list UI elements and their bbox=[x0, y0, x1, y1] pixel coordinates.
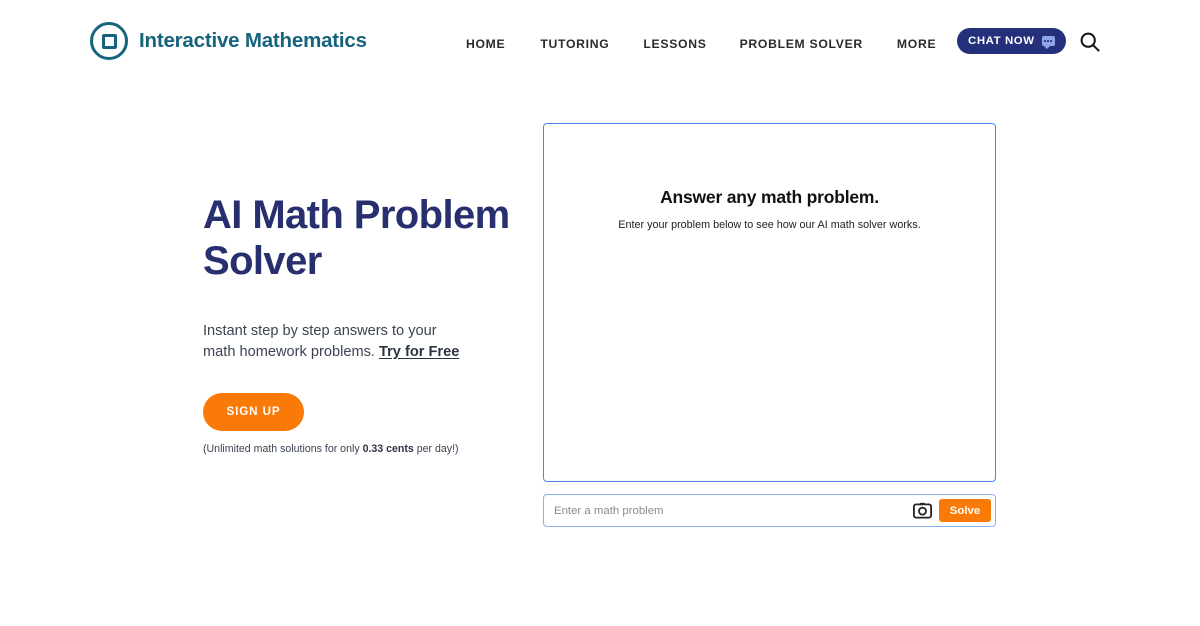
page-title: AI Math Problem Solver bbox=[203, 193, 510, 283]
nav-item-more[interactable]: MORE bbox=[897, 33, 936, 55]
nav-item-lessons[interactable]: LESSONS bbox=[643, 33, 706, 55]
chat-now-button[interactable]: CHAT NOW bbox=[957, 28, 1066, 54]
chat-bubble-icon bbox=[1041, 36, 1055, 49]
chat-now-label: CHAT NOW bbox=[968, 35, 1035, 47]
chat-dot bbox=[1044, 40, 1046, 42]
fineprint-prefix: (Unlimited math solutions for only bbox=[203, 442, 363, 455]
hero-subtitle: Instant step by step answers to your mat… bbox=[203, 321, 473, 362]
fineprint-price: 0.33 cents bbox=[362, 442, 414, 455]
search-icon bbox=[1080, 32, 1100, 52]
math-problem-input[interactable] bbox=[554, 495, 909, 526]
hero-section: AI Math Problem Solver Instant step by s… bbox=[203, 193, 533, 455]
try-for-free-link[interactable]: Try for Free bbox=[379, 344, 459, 360]
solver-output-panel: Answer any math problem. Enter your prob… bbox=[543, 123, 996, 482]
chat-dot bbox=[1047, 40, 1049, 42]
brand-name: Interactive Mathematics bbox=[139, 29, 367, 52]
logo-inner-square bbox=[101, 33, 117, 49]
nav-item-home[interactable]: HOME bbox=[466, 33, 505, 55]
chat-dot bbox=[1050, 40, 1052, 42]
site-header: Interactive Mathematics HOME TUTORING LE… bbox=[0, 0, 1200, 84]
pricing-fineprint: (Unlimited math solutions for only 0.33 … bbox=[203, 443, 533, 455]
solve-button[interactable]: Solve bbox=[939, 499, 991, 522]
main-navigation: HOME TUTORING LESSONS PROBLEM SOLVER MOR… bbox=[466, 33, 1013, 55]
square-in-circle-icon bbox=[90, 22, 128, 60]
solver-input-bar: Solve bbox=[543, 494, 996, 527]
camera-upload-button[interactable] bbox=[909, 498, 935, 524]
solver-heading: Answer any math problem. bbox=[660, 187, 879, 207]
sign-up-button[interactable]: SIGN UP bbox=[203, 392, 304, 431]
camera-icon bbox=[912, 502, 932, 519]
search-button[interactable] bbox=[1076, 28, 1104, 56]
nav-item-problem-solver[interactable]: PROBLEM SOLVER bbox=[740, 33, 863, 55]
brand-logo[interactable]: Interactive Mathematics bbox=[90, 22, 367, 60]
nav-item-tutoring[interactable]: TUTORING bbox=[540, 33, 609, 55]
page-root: Interactive Mathematics HOME TUTORING LE… bbox=[0, 0, 1200, 626]
fineprint-suffix: per day!) bbox=[413, 442, 459, 455]
solver-subheading: Enter your problem below to see how our … bbox=[618, 219, 921, 231]
